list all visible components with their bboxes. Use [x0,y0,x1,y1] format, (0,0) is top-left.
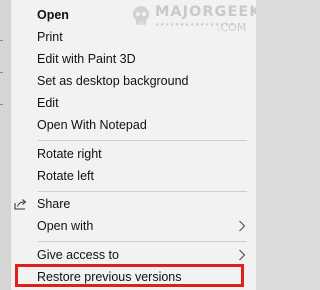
menu-item-label: Set as desktop background [37,74,189,88]
menu-item-label: Rotate left [37,169,94,183]
menu-item-label: Edit with Paint 3D [37,52,136,66]
menu-separator [38,191,247,192]
menu-item-rotate-right[interactable]: Rotate right [11,143,256,165]
skull-logo-icon [133,6,149,25]
menu-item-open-with-notepad[interactable]: Open With Notepad [11,114,256,136]
menu-item-label: Give access to [37,248,119,262]
menu-item-label: Open with [37,219,94,233]
menu-item-label: Print [37,30,63,44]
menu-item-label: Open [37,8,69,22]
highlight-box [15,264,244,287]
share-icon [14,199,27,210]
screenshot: Open Print Edit with Paint 3D Set as des… [0,0,256,290]
menu-item-open-with[interactable]: Open with [11,215,256,237]
chevron-right-icon [239,249,246,261]
menu-separator [38,241,247,242]
menu-item-set-as-desktop-background[interactable]: Set as desktop background [11,70,256,92]
chevron-right-icon [239,220,246,232]
context-menu: Open Print Edit with Paint 3D Set as des… [10,0,256,290]
background-window-edge [0,0,10,290]
menu-item-rotate-left[interactable]: Rotate left [11,165,256,187]
menu-item-label: Open With Notepad [37,118,147,132]
menu-item-edit-with-paint-3d[interactable]: Edit with Paint 3D [11,48,256,70]
menu-item-label: Share [37,197,71,211]
menu-item-share[interactable]: Share [11,193,256,215]
menu-item-label: Edit [37,96,59,110]
watermark-subtitle: .COM [217,21,247,34]
menu-separator [38,140,247,141]
majorgeeks-watermark: MAJORGEEKS ★★★★★★★★★★★★★★★★ .COM [129,2,256,36]
menu-item-edit[interactable]: Edit [11,92,256,114]
menu-item-give-access-to[interactable]: Give access to [11,244,256,266]
menu-item-label: Rotate right [37,147,102,161]
watermark-title: MAJORGEEKS [155,4,256,20]
